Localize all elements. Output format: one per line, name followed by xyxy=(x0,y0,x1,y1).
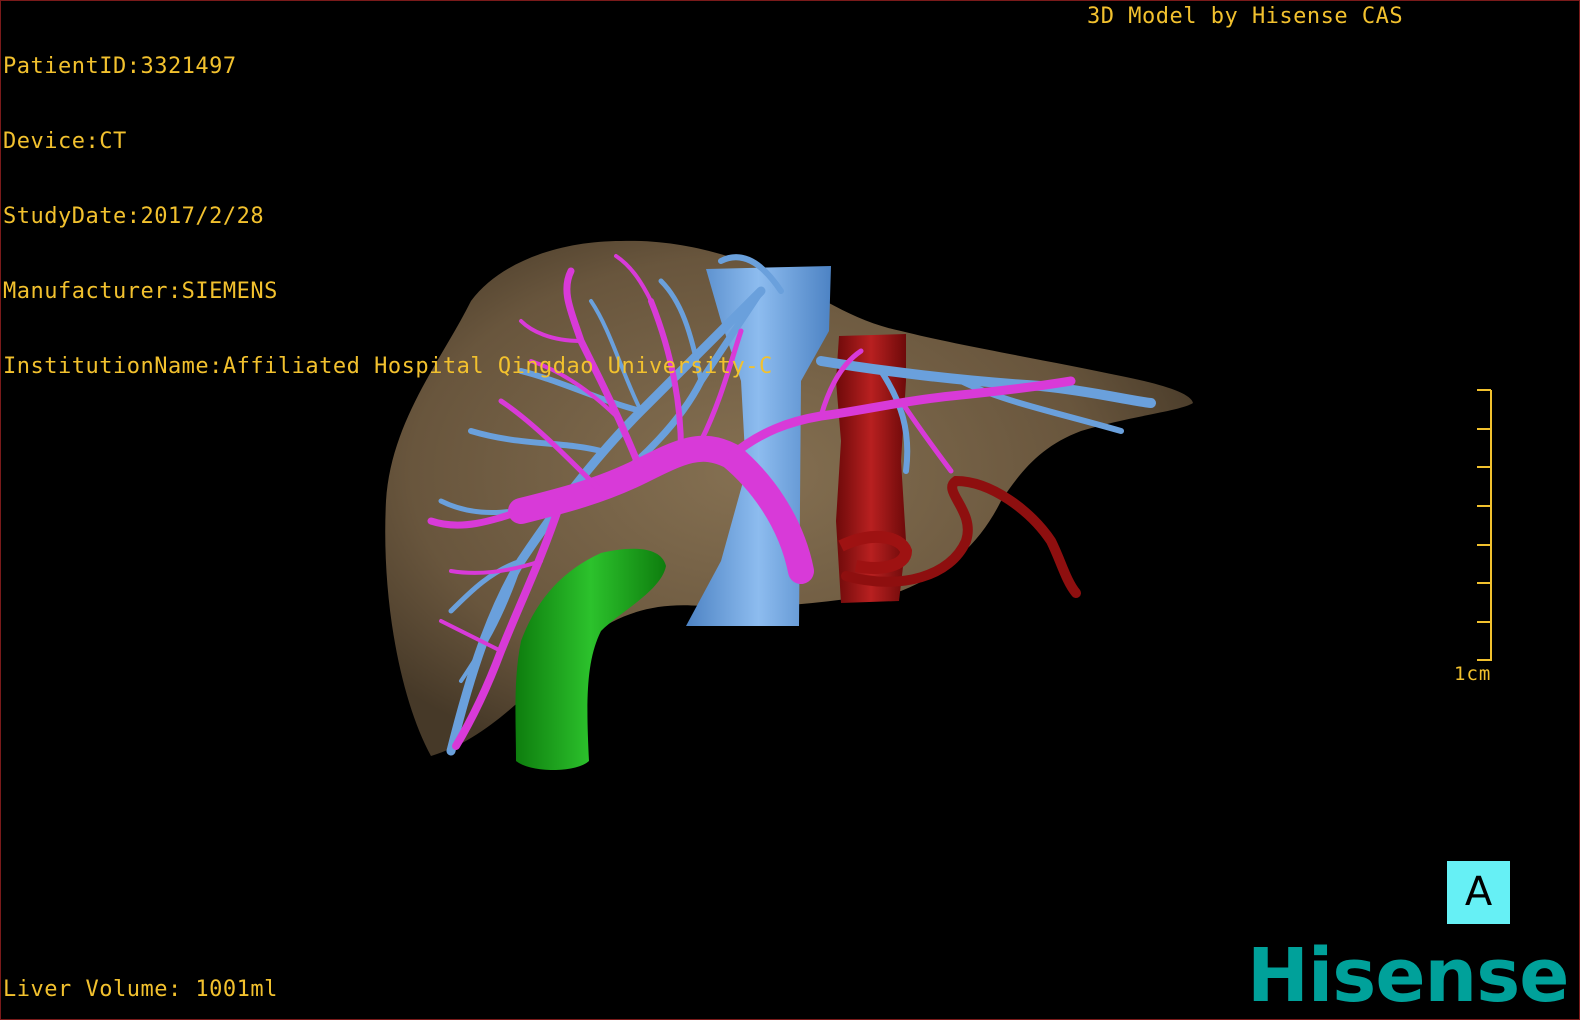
device: Device:CT xyxy=(3,129,127,154)
3d-viewport[interactable]: PatientID:3321497 Device:CT StudyDate:20… xyxy=(0,0,1580,1020)
liver-volume: Liver Volume: 1001ml xyxy=(3,977,278,1002)
study-date: StudyDate:2017/2/28 xyxy=(3,204,265,229)
model-credit: 3D Model by Hisense CAS xyxy=(1087,4,1404,29)
dicom-metadata: PatientID:3321497 Device:CT StudyDate:20… xyxy=(3,4,773,429)
manufacturer: Manufacturer:SIEMENS xyxy=(3,279,278,304)
hisense-logo: Hisense xyxy=(1247,933,1569,1019)
patient-id: PatientID:3321497 xyxy=(3,54,237,79)
orientation-marker[interactable]: A xyxy=(1447,861,1510,924)
scale-label: 1cm xyxy=(1454,663,1492,685)
institution-name: InstitutionName:Affiliated Hospital Qing… xyxy=(3,354,773,379)
scale-bar xyxy=(1477,389,1492,661)
